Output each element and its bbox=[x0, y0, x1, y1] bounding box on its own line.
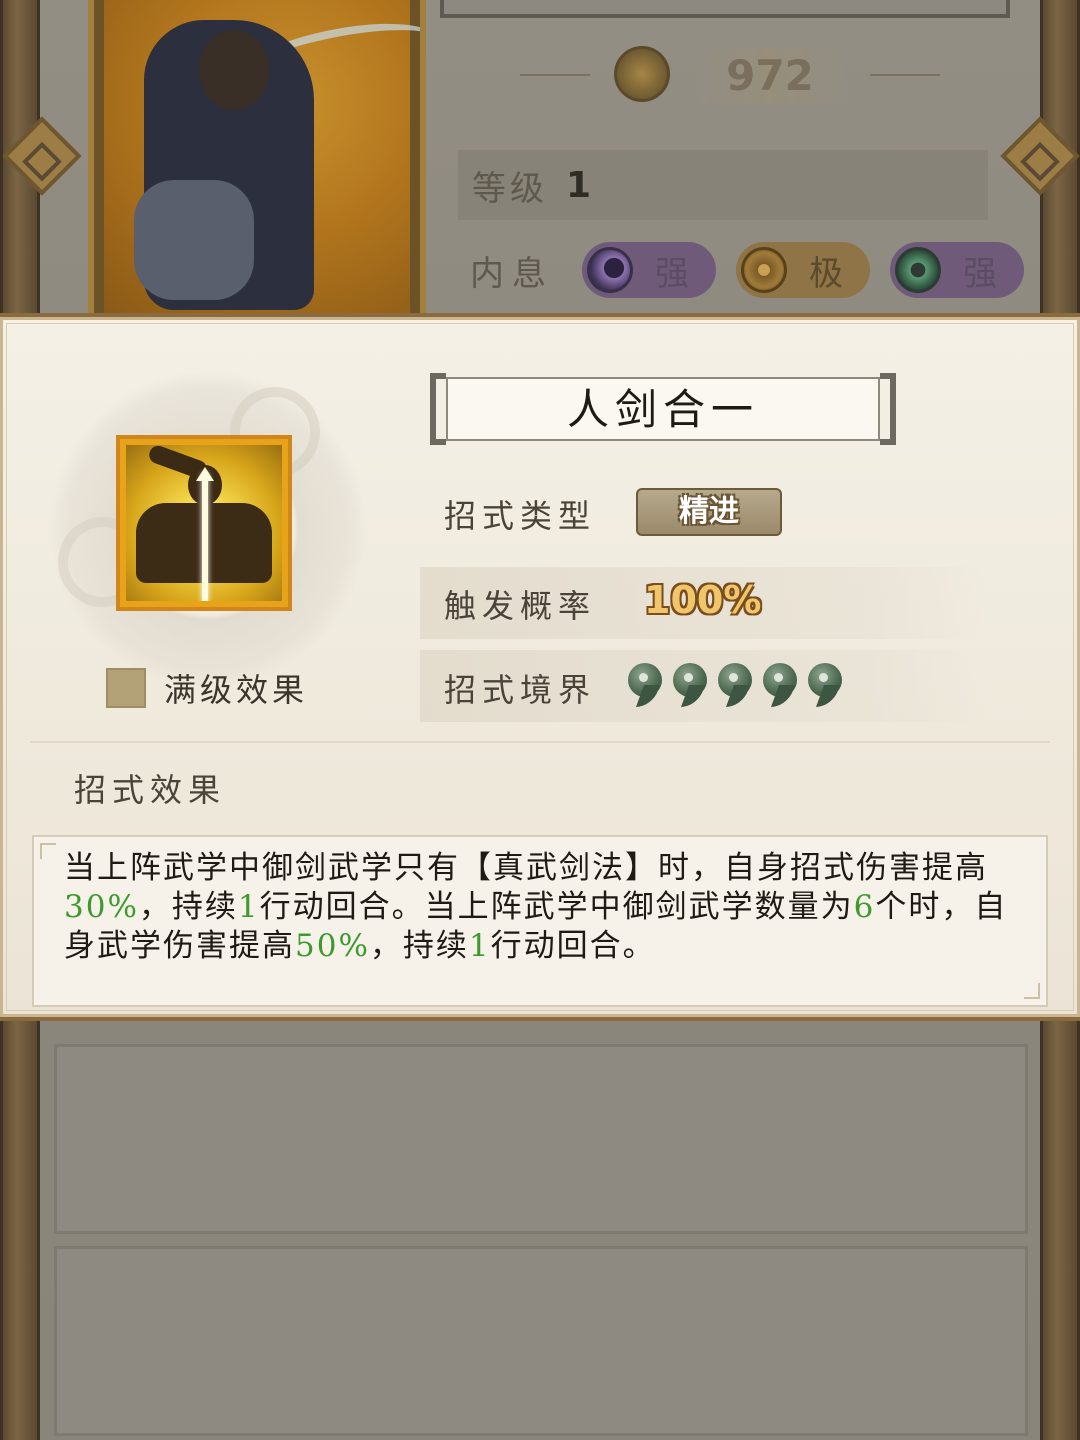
moon-orb-icon bbox=[587, 247, 633, 293]
skill-detail-dialog: 满级效果 人剑合一 招式类型 精进 触发概率 100% 招式境界 招式效果 当上… bbox=[0, 313, 1080, 1021]
max-level-label: 满级效果 bbox=[164, 671, 309, 709]
type-badge: 精进 bbox=[636, 488, 782, 536]
realm-bead-icon bbox=[763, 663, 799, 709]
power-value: 972 bbox=[690, 48, 850, 104]
effect-segment: 当上阵武学中御剑武学只有【真武剑法】时，自身招式伤害提高 bbox=[64, 850, 988, 886]
neixi-row: 内息 强 极 强 bbox=[470, 240, 1030, 300]
effect-value: 1 bbox=[468, 928, 491, 964]
level-value: 1 bbox=[566, 164, 592, 206]
hero-name-plate bbox=[440, 0, 1010, 18]
power-row: 972 bbox=[520, 40, 940, 110]
realm-beads bbox=[628, 663, 853, 709]
realm-bead-icon bbox=[718, 663, 754, 709]
neixi-pill-1[interactable]: 强 bbox=[582, 242, 716, 298]
neixi-pill-2[interactable]: 极 bbox=[736, 242, 870, 298]
divider bbox=[30, 741, 1050, 743]
sun-orb-icon bbox=[741, 247, 787, 293]
hero-portrait bbox=[88, 0, 426, 320]
sword-emblem-icon bbox=[614, 46, 670, 102]
effect-value: 6 bbox=[853, 889, 876, 925]
effect-segment: 行动回合。 bbox=[490, 928, 656, 964]
effect-value: 50% bbox=[295, 928, 370, 964]
realm-label: 招式境界 bbox=[444, 671, 597, 709]
skill-name: 人剑合一 bbox=[446, 377, 880, 441]
realm-bead-icon bbox=[673, 663, 709, 709]
neixi-pill-3[interactable]: 强 bbox=[890, 242, 1024, 298]
level-row: 等级 1 bbox=[458, 150, 988, 220]
effect-text: 当上阵武学中御剑武学只有【真武剑法】时，自身招式伤害提高30%，持续1行动回合。… bbox=[64, 849, 1014, 966]
background-slot bbox=[54, 1044, 1028, 1234]
effect-segment: 行动回合。当上阵武学中御剑武学数量为 bbox=[259, 889, 854, 925]
skill-title: 人剑合一 bbox=[430, 373, 896, 449]
neixi-pill-label: 强 bbox=[963, 253, 997, 294]
rate-label: 触发概率 bbox=[444, 587, 597, 625]
neixi-pill-label: 极 bbox=[809, 253, 843, 294]
neixi-pill-label: 强 bbox=[655, 253, 689, 294]
effect-heading: 招式效果 bbox=[74, 771, 227, 809]
effect-value: 1 bbox=[237, 889, 260, 925]
realm-bead-icon bbox=[808, 663, 844, 709]
rate-value: 100% bbox=[644, 578, 762, 622]
skill-icon bbox=[116, 435, 292, 611]
background-slot bbox=[54, 1246, 1028, 1436]
effect-segment: ，持续 bbox=[369, 928, 469, 964]
type-label: 招式类型 bbox=[444, 497, 597, 535]
effect-value: 30% bbox=[64, 889, 139, 925]
max-level-checkbox[interactable] bbox=[106, 668, 146, 708]
level-label: 等级 bbox=[472, 168, 548, 209]
max-level-toggle[interactable]: 满级效果 bbox=[106, 665, 308, 711]
neixi-label: 内息 bbox=[470, 253, 554, 294]
effect-box: 当上阵武学中御剑武学只有【真武剑法】时，自身招式伤害提高30%，持续1行动回合。… bbox=[32, 835, 1048, 1007]
effect-segment: ，持续 bbox=[138, 889, 238, 925]
realm-bead-icon bbox=[628, 663, 664, 709]
jade-orb-icon bbox=[895, 247, 941, 293]
